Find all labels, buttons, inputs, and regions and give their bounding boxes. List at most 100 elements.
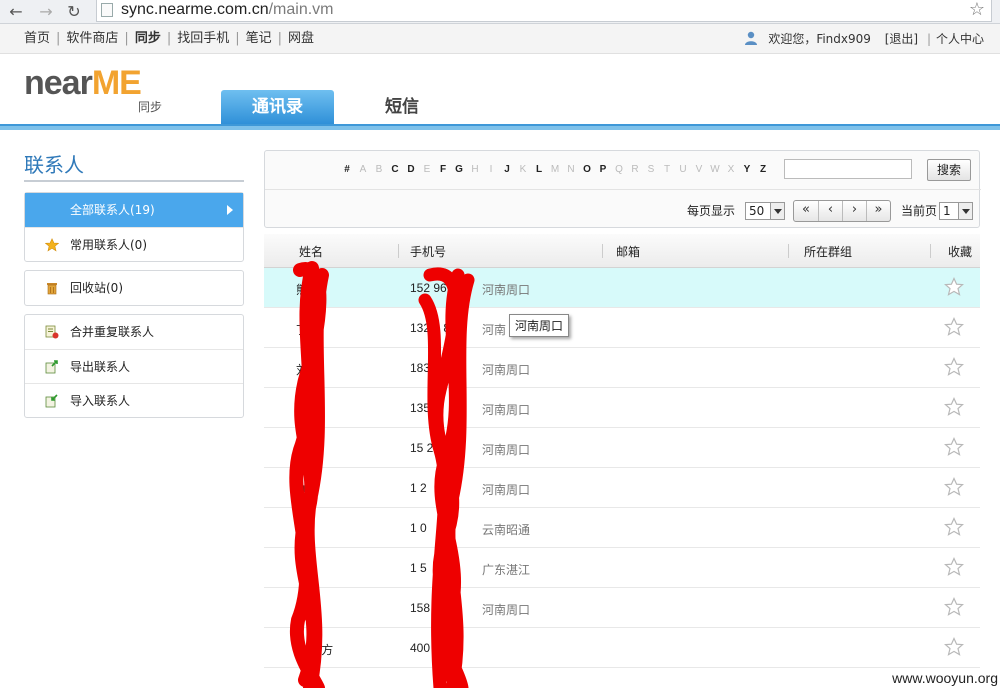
favorite-star-icon[interactable] bbox=[943, 597, 965, 617]
nav-link-cloud-drive[interactable]: 网盘 bbox=[288, 24, 314, 54]
table-row[interactable]: 刘 晴 183 5 河南周口 bbox=[264, 348, 980, 388]
alphabet-letter[interactable]: C bbox=[387, 163, 403, 177]
table-row[interactable]: 刘 1 2 河南周口 bbox=[264, 468, 980, 508]
contact-phone: 1 5 bbox=[410, 561, 427, 575]
nav-link-find-phone[interactable]: 找回手机 bbox=[177, 24, 229, 54]
alphabet-letter[interactable]: S bbox=[643, 163, 659, 177]
favorite-star-icon[interactable] bbox=[943, 637, 965, 657]
nav-link-home[interactable]: 首页 bbox=[24, 24, 50, 54]
alphabet-letter[interactable]: Q bbox=[611, 163, 627, 177]
sidebar-item-frequent-contacts[interactable]: 常用联系人(0) bbox=[25, 227, 243, 261]
alphabet-letter[interactable]: M bbox=[547, 163, 563, 177]
alphabet-letter[interactable]: N bbox=[563, 163, 579, 177]
first-page-button[interactable]: « bbox=[794, 201, 818, 221]
trash-icon bbox=[47, 283, 57, 295]
sidebar-item-label: 导入联系人 bbox=[70, 394, 131, 408]
favorite-star-icon[interactable] bbox=[943, 277, 965, 297]
table-row[interactable]: 强 1 0 云南昭通 bbox=[264, 508, 980, 548]
alphabet-letter[interactable]: B bbox=[371, 163, 387, 177]
contact-location: 河南 bbox=[482, 323, 507, 337]
favorite-star-icon[interactable] bbox=[943, 517, 965, 537]
search-input[interactable] bbox=[784, 159, 912, 179]
alphabet-letter[interactable]: E bbox=[419, 163, 435, 177]
alphabet-letter[interactable]: J bbox=[499, 163, 515, 177]
prev-page-button[interactable]: ‹ bbox=[818, 201, 842, 221]
sidebar-item-export-contacts[interactable]: 导出联系人 bbox=[25, 349, 243, 383]
favorite-star-icon[interactable] bbox=[943, 557, 965, 577]
favorite-star-icon[interactable] bbox=[943, 317, 965, 337]
user-center-link[interactable]: 个人中心 bbox=[936, 24, 984, 54]
alphabet-letter[interactable]: # bbox=[339, 163, 355, 177]
tab-contacts[interactable]: 通讯录 bbox=[221, 90, 334, 124]
sidebar-item-recycle-bin[interactable]: 回收站(0) bbox=[25, 271, 243, 305]
alphabet-letter[interactable]: K bbox=[515, 163, 531, 177]
alphabet-letter[interactable]: L bbox=[531, 163, 547, 177]
sidebar-item-import-contacts[interactable]: 导入联系人 bbox=[25, 383, 243, 417]
star-icon bbox=[45, 238, 59, 252]
table-header: 姓名 手机号 邮箱 所在群组 收藏 bbox=[264, 234, 980, 268]
column-header-name[interactable]: 姓名 bbox=[299, 243, 323, 260]
alphabet-letter[interactable]: A bbox=[355, 163, 371, 177]
table-row[interactable]: 丁 132 3 8 河南 bbox=[264, 308, 980, 348]
alphabet-letter[interactable]: I bbox=[483, 163, 499, 177]
alphabet-letter[interactable]: F bbox=[435, 163, 451, 177]
alphabet-letter[interactable]: H bbox=[467, 163, 483, 177]
per-page-label: 每页显示 bbox=[687, 204, 736, 218]
column-header-group[interactable]: 所在群组 bbox=[804, 243, 852, 260]
contact-location: 河南周口 bbox=[482, 363, 531, 377]
nav-link-sync[interactable]: 同步 bbox=[135, 24, 161, 54]
table-row[interactable]: 营 1 5 广东湛江 bbox=[264, 548, 980, 588]
alphabet-letter[interactable]: X bbox=[723, 163, 739, 177]
column-header-favorite[interactable]: 收藏 bbox=[948, 243, 972, 260]
column-header-email[interactable]: 邮箱 bbox=[616, 243, 640, 260]
export-icon bbox=[45, 360, 58, 374]
table-row[interactable]: 高 成 135 1 河南周口 bbox=[264, 388, 980, 428]
back-arrow-icon[interactable]: ← bbox=[6, 2, 26, 22]
current-page-select[interactable]: 1 bbox=[939, 202, 973, 220]
contact-phone: 1 2 bbox=[410, 481, 427, 495]
favorite-star-icon[interactable] bbox=[943, 437, 965, 457]
last-page-button[interactable]: » bbox=[866, 201, 890, 221]
search-button[interactable]: 搜索 bbox=[927, 159, 971, 181]
contact-filter-group: 全部联系人(19) 常用联系人(0) bbox=[24, 192, 244, 262]
tab-sms[interactable]: 短信 bbox=[352, 90, 452, 124]
alphabet-letter[interactable]: U bbox=[675, 163, 691, 177]
alphabet-letter[interactable]: W bbox=[707, 163, 723, 177]
alphabet-letter[interactable]: R bbox=[627, 163, 643, 177]
nav-link-notes[interactable]: 笔记 bbox=[246, 24, 272, 54]
sidebar-item-all-contacts[interactable]: 全部联系人(19) bbox=[25, 193, 243, 227]
bookmark-star-icon[interactable]: ☆ bbox=[969, 0, 985, 20]
top-navigation: 首页 | 软件商店 | 同步 | 找回手机 | 笔记 | 网盘 欢迎您，Findx909 [退出] … bbox=[0, 24, 1000, 54]
table-row[interactable]: 熊诚 152 96 51 河南周口 bbox=[264, 268, 980, 308]
next-page-button[interactable]: › bbox=[842, 201, 866, 221]
logout-link[interactable]: [退出] bbox=[885, 24, 918, 54]
alphabet-letter[interactable]: V bbox=[691, 163, 707, 177]
alphabet-letter[interactable]: T bbox=[659, 163, 675, 177]
contact-name: 敏 bbox=[296, 603, 309, 617]
forward-arrow-icon[interactable]: → bbox=[36, 2, 56, 22]
table-row[interactable]: 敏 158 47 河南周口 bbox=[264, 588, 980, 628]
alphabet-letter[interactable]: Z bbox=[755, 163, 771, 177]
alphabet-letter[interactable]: O bbox=[579, 163, 595, 177]
contact-location: 河南周口 bbox=[482, 283, 531, 297]
alphabet-letter[interactable]: Y bbox=[739, 163, 755, 177]
address-bar[interactable]: sync.nearme.com.cn/main.vm ☆ bbox=[96, 0, 992, 22]
favorite-star-icon[interactable] bbox=[943, 357, 965, 377]
column-header-phone[interactable]: 手机号 bbox=[410, 243, 446, 260]
reload-icon[interactable]: ↻ bbox=[64, 2, 84, 22]
alphabet-letter[interactable]: P bbox=[595, 163, 611, 177]
alphabet-letter[interactable]: D bbox=[403, 163, 419, 177]
favorite-star-icon[interactable] bbox=[943, 477, 965, 497]
nav-link-software-store[interactable]: 软件商店 bbox=[66, 24, 118, 54]
recycle-group: 回收站(0) bbox=[24, 270, 244, 306]
favorite-star-icon[interactable] bbox=[943, 397, 965, 417]
contact-phone: 15 2 bbox=[410, 441, 434, 455]
alphabet-letter[interactable]: G bbox=[451, 163, 467, 177]
per-page-select[interactable]: 50 bbox=[745, 202, 785, 220]
sidebar-item-merge-duplicates[interactable]: 合并重复联系人 bbox=[25, 315, 243, 349]
table-row[interactable]: O 官方 400 8 bbox=[264, 628, 980, 668]
nearme-logo[interactable]: nearME bbox=[24, 64, 142, 103]
contact-location: 河南周口 bbox=[482, 603, 531, 617]
contact-location: 广东湛江 bbox=[482, 563, 531, 577]
table-row[interactable]: 雷 15 2 河南周口 bbox=[264, 428, 980, 468]
